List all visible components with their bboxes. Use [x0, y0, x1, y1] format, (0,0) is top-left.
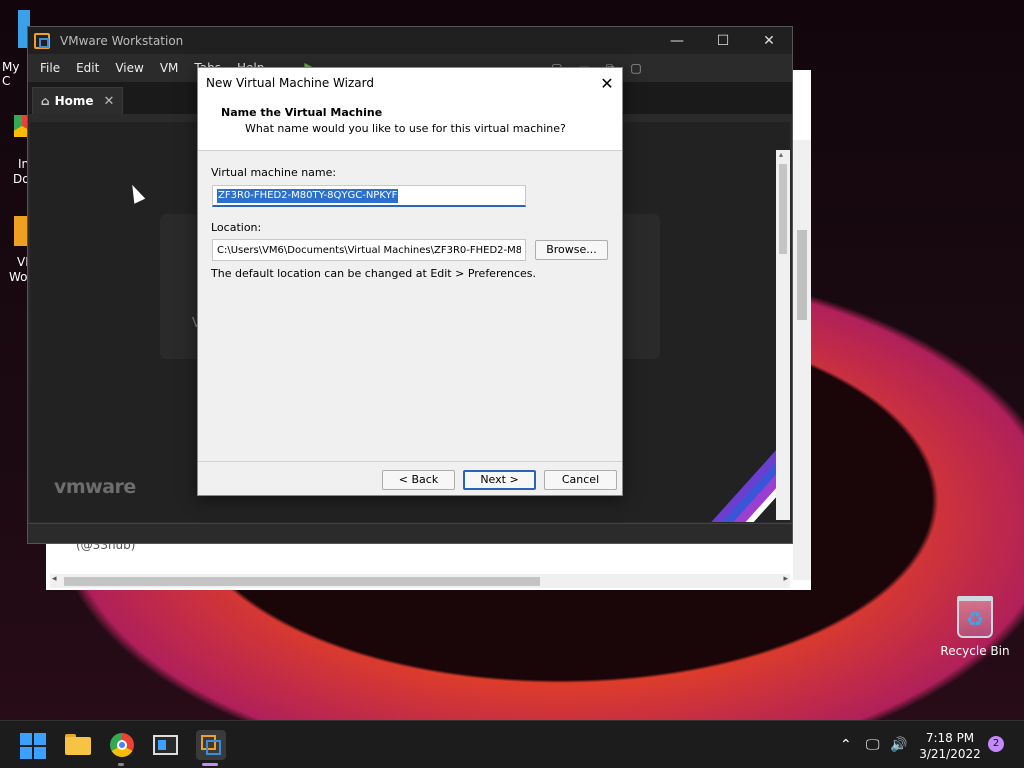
- browser-horizontal-scrollbar[interactable]: ◂ ▸: [50, 574, 790, 588]
- vmware-statusbar: [28, 523, 792, 543]
- chrome-icon[interactable]: [108, 731, 136, 759]
- dialog-title: New Virtual Machine Wizard: [206, 76, 374, 90]
- taskbar: ⌃ 🖵 🔊 7:18 PM 3/21/2022: [0, 720, 1024, 768]
- vmware-brand-logo: vmware: [54, 476, 136, 498]
- file-explorer-icon[interactable]: [64, 731, 92, 759]
- desktop-left-icons: My C In Do VI Wo: [0, 10, 30, 290]
- scroll-up-icon[interactable]: ▴: [779, 150, 783, 159]
- menu-edit[interactable]: Edit: [68, 61, 107, 75]
- dialog-close-icon[interactable]: ✕: [592, 74, 622, 93]
- browse-button[interactable]: Browse...: [535, 240, 608, 260]
- menu-view[interactable]: View: [107, 61, 151, 75]
- volume-icon[interactable]: 🔊: [890, 721, 907, 768]
- chevron-up-icon[interactable]: ⌃: [840, 721, 852, 768]
- next-button[interactable]: Next >: [463, 470, 536, 490]
- location-note: The default location can be changed at E…: [211, 267, 537, 280]
- dialog-header-subtitle: What name would you like to use for this…: [245, 122, 566, 135]
- home-icon: ⌂: [41, 94, 50, 108]
- browser-vertical-scrollbar[interactable]: [793, 140, 811, 580]
- notification-badge[interactable]: 2: [988, 736, 1004, 752]
- vm-name-label: Virtual machine name:: [211, 166, 337, 179]
- dialog-titlebar[interactable]: New Virtual Machine Wizard ✕: [198, 68, 622, 98]
- vm-name-selection: ZF3R0-FHED2-M80TY-8QYGC-NPKYF: [217, 189, 399, 203]
- dialog-header: Name the Virtual Machine What name would…: [198, 98, 622, 151]
- close-window-icon[interactable]: ✕: [746, 33, 792, 49]
- location-input[interactable]: [212, 239, 526, 261]
- windows-logo-icon[interactable]: [20, 733, 46, 759]
- recycle-bin-icon: ♻: [957, 596, 993, 638]
- close-icon[interactable]: ✕: [104, 94, 115, 109]
- recycle-bin[interactable]: ♻ Recycle Bin: [940, 596, 1010, 658]
- vmware-icon[interactable]: [196, 730, 226, 760]
- location-label: Location:: [211, 221, 262, 234]
- cancel-button[interactable]: Cancel: [544, 470, 617, 490]
- dialog-header-title: Name the Virtual Machine: [221, 106, 383, 119]
- tab-home-label: Home: [54, 94, 94, 108]
- new-vm-wizard-dialog: New Virtual Machine Wizard ✕ Name the Vi…: [197, 67, 623, 496]
- back-button[interactable]: < Back: [382, 470, 455, 490]
- minimize-icon[interactable]: —: [654, 33, 700, 49]
- store-icon[interactable]: [152, 731, 180, 759]
- network-icon[interactable]: 🖵: [866, 721, 880, 768]
- recycle-bin-label: Recycle Bin: [940, 644, 1010, 658]
- vmware-logo-icon: [34, 32, 50, 49]
- clock[interactable]: 7:18 PM 3/21/2022: [918, 730, 982, 762]
- toolbar-view-icon-4[interactable]: ▢: [622, 61, 649, 75]
- menu-file[interactable]: File: [32, 61, 68, 75]
- desktop-icon-label-5: Wo: [9, 270, 28, 284]
- menu-vm[interactable]: VM: [152, 61, 187, 75]
- scroll-right-icon[interactable]: ▸: [783, 574, 788, 584]
- clock-time: 7:18 PM: [925, 731, 975, 745]
- dialog-footer: < Back Next > Cancel: [198, 461, 622, 495]
- vmware-title: VMware Workstation: [60, 33, 184, 48]
- chrome-running-indicator: [118, 763, 124, 766]
- tab-home[interactable]: ⌂ Home ✕: [32, 87, 124, 114]
- maximize-icon[interactable]: ☐: [700, 33, 746, 49]
- desktop-icon-label-1: My C: [2, 60, 20, 88]
- scroll-left-icon[interactable]: ◂: [52, 574, 57, 584]
- vmware-content-scrollbar[interactable]: ▴: [776, 150, 790, 520]
- vmware-active-indicator: [202, 763, 218, 766]
- vmware-titlebar[interactable]: VMware Workstation — ☐ ✕: [28, 27, 792, 54]
- decorative-stripes: [660, 402, 790, 522]
- clock-date: 3/21/2022: [919, 747, 981, 761]
